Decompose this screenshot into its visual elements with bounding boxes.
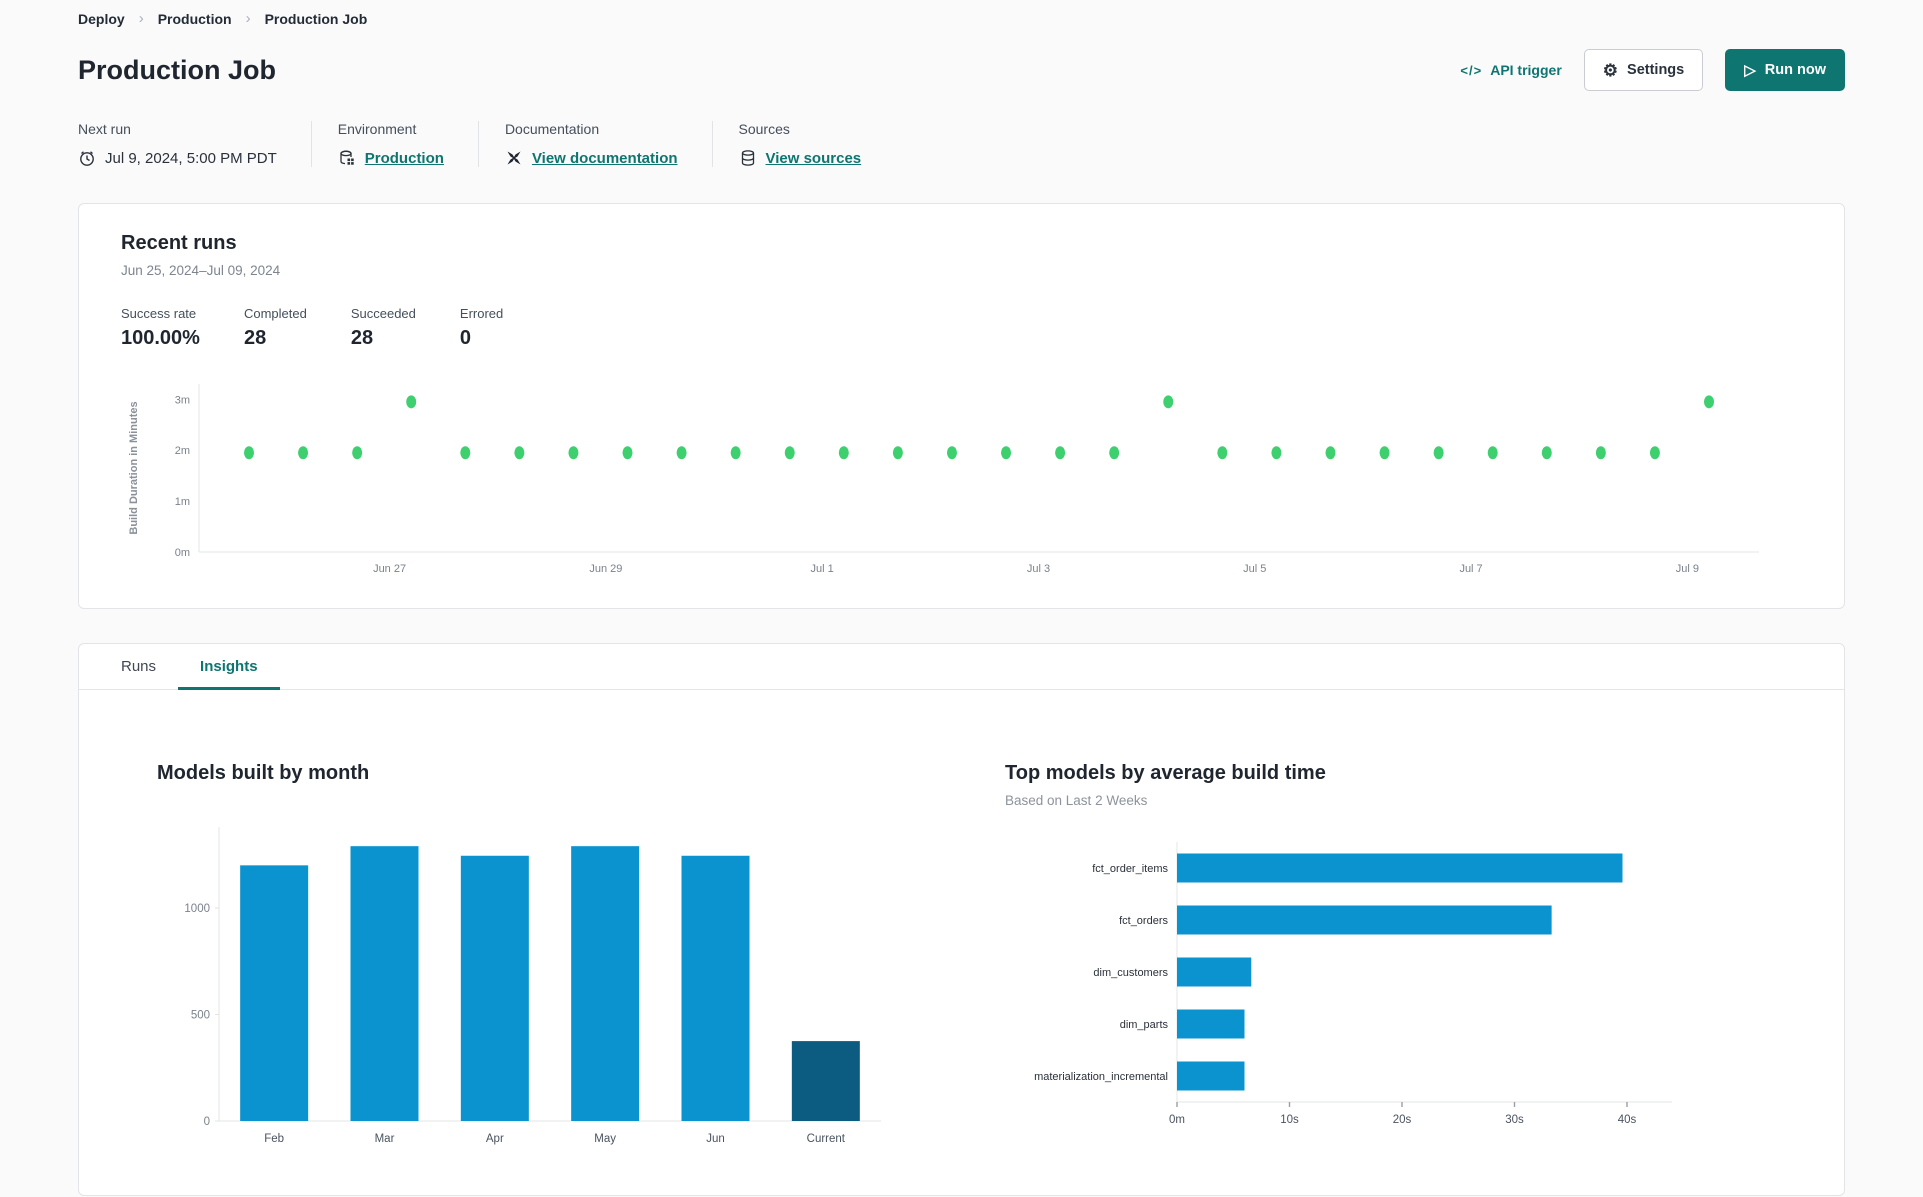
svg-text:Jul 1: Jul 1: [811, 563, 834, 575]
info-environment-label: Environment: [337, 121, 417, 137]
top-models-title: Top models by average build time: [1005, 762, 1326, 784]
play-icon: ▷: [1744, 61, 1756, 79]
recent-runs-card: Recent runs Jun 25, 2024–Jul 09, 2024 Su…: [78, 203, 1845, 609]
svg-text:Current: Current: [807, 1133, 846, 1145]
svg-text:Jul 5: Jul 5: [1243, 563, 1266, 575]
api-trigger-link[interactable]: </> API trigger: [1460, 62, 1561, 78]
svg-text:10s: 10s: [1280, 1114, 1299, 1126]
view-documentation-link[interactable]: View documentation: [532, 150, 678, 167]
breadcrumb-production-job[interactable]: Production Job: [265, 11, 368, 27]
svg-text:dim_customers: dim_customers: [1093, 967, 1168, 979]
job-info-bar: Next run Jul 9, 2024, 5:00 PM PDT Enviro…: [78, 121, 1845, 167]
breadcrumb-production[interactable]: Production: [158, 11, 232, 27]
tab-insights[interactable]: Insights: [178, 644, 280, 690]
run-now-label: Run now: [1764, 62, 1826, 78]
stat-completed: Completed 28: [243, 306, 307, 349]
svg-text:Feb: Feb: [264, 1133, 284, 1145]
models-built-by-month-chart: Models built by month 0 500 1000 Feb Mar Apr M…: [157, 762, 927, 1155]
svg-text:Jun: Jun: [706, 1133, 725, 1145]
svg-text:1m: 1m: [175, 496, 190, 508]
info-documentation-label: Documentation: [504, 121, 600, 137]
svg-text:fct_order_items: fct_order_items: [1092, 863, 1168, 875]
stat-errored: Errored 0: [459, 306, 504, 349]
database-icon: [739, 149, 757, 167]
svg-text:0m: 0m: [175, 547, 190, 559]
svg-text:0m: 0m: [1169, 1114, 1185, 1126]
svg-text:materialization_incremental: materialization_incremental: [1034, 1071, 1168, 1083]
svg-text:500: 500: [191, 1009, 210, 1021]
recent-runs-title: Recent runs: [121, 232, 237, 254]
svg-text:May: May: [594, 1133, 616, 1145]
svg-text:30s: 30s: [1505, 1114, 1524, 1126]
info-next-run: Next run Jul 9, 2024, 5:00 PM PDT: [78, 121, 312, 167]
build-duration-chart: 0m 1m 2m 3m Jun 27 Jun 29 Jul 1 Jul 3 Jul 5 Jul 7…: [121, 372, 1802, 592]
svg-text:Mar: Mar: [375, 1133, 395, 1145]
breadcrumb: Deploy › Production › Production Job: [78, 6, 1845, 27]
svg-text:Jul 7: Jul 7: [1459, 563, 1482, 575]
insights-body: Models built by month 0 500 1000 Feb Mar Apr M…: [79, 690, 1844, 1195]
svg-text:Apr: Apr: [486, 1133, 504, 1145]
svg-text:fct_orders: fct_orders: [1119, 915, 1168, 927]
view-sources-link[interactable]: View sources: [766, 150, 862, 167]
top-models-chart: Top models by average build time Based o…: [1005, 762, 1725, 1155]
models-built-title: Models built by month: [157, 762, 370, 784]
info-documentation: Documentation View documentation: [505, 121, 713, 167]
top-models-subtitle: Based on Last 2 Weeks: [1005, 793, 1148, 808]
svg-text:dim_parts: dim_parts: [1120, 1019, 1169, 1031]
svg-text:Jun 29: Jun 29: [589, 563, 622, 575]
svg-text:Jun 27: Jun 27: [373, 563, 406, 575]
settings-button[interactable]: ⚙ Settings: [1583, 49, 1704, 91]
clock-icon: [78, 149, 96, 167]
stat-succeeded: Succeeded 28: [350, 306, 416, 349]
svg-text:40s: 40s: [1618, 1114, 1637, 1126]
environment-link[interactable]: Production: [365, 150, 444, 167]
gear-icon: ⚙: [1602, 60, 1619, 80]
svg-text:Jul 9: Jul 9: [1676, 563, 1699, 575]
next-run-value: Jul 9, 2024, 5:00 PM PDT: [105, 149, 277, 167]
environment-icon: [338, 149, 356, 167]
info-environment: Environment Production: [338, 121, 479, 167]
header-actions: </> API trigger ⚙ Settings ▷ Run now: [1460, 49, 1845, 91]
docs-icon: [505, 149, 523, 167]
api-trigger-label: API trigger: [1490, 62, 1562, 78]
tab-bar: Runs Insights: [79, 644, 1844, 690]
svg-text:Build Duration in Minutes: Build Duration in Minutes: [128, 401, 140, 534]
page: Deploy › Production › Production Job Pro…: [0, 0, 1923, 1196]
chevron-right-icon: ›: [138, 10, 144, 27]
breadcrumb-deploy[interactable]: Deploy: [78, 11, 125, 27]
svg-text:3m: 3m: [175, 394, 190, 406]
stat-success-rate: Success rate 100.00%: [121, 306, 200, 349]
header-row: Production Job </> API trigger ⚙ Setting…: [78, 49, 1845, 91]
svg-text:Jul 3: Jul 3: [1027, 563, 1050, 575]
svg-text:2m: 2m: [175, 445, 190, 457]
info-sources-label: Sources: [738, 121, 790, 137]
chevron-right-icon: ›: [245, 10, 251, 27]
code-icon: </>: [1460, 62, 1483, 78]
recent-runs-date-range: Jun 25, 2024–Jul 09, 2024: [121, 263, 281, 278]
svg-text:0: 0: [204, 1116, 210, 1128]
info-next-run-label: Next run: [78, 121, 131, 137]
svg-text:1000: 1000: [184, 903, 210, 915]
svg-text:20s: 20s: [1393, 1114, 1412, 1126]
recent-runs-stats: Success rate 100.00% Completed 28 Succee…: [121, 306, 1802, 350]
info-sources: Sources View sources: [739, 121, 896, 167]
tab-runs[interactable]: Runs: [99, 644, 178, 689]
insights-card: Runs Insights Models built by month 0 500…: [78, 643, 1845, 1196]
run-now-button[interactable]: ▷ Run now: [1725, 49, 1845, 91]
page-title: Production Job: [78, 54, 276, 85]
settings-label: Settings: [1627, 62, 1685, 78]
